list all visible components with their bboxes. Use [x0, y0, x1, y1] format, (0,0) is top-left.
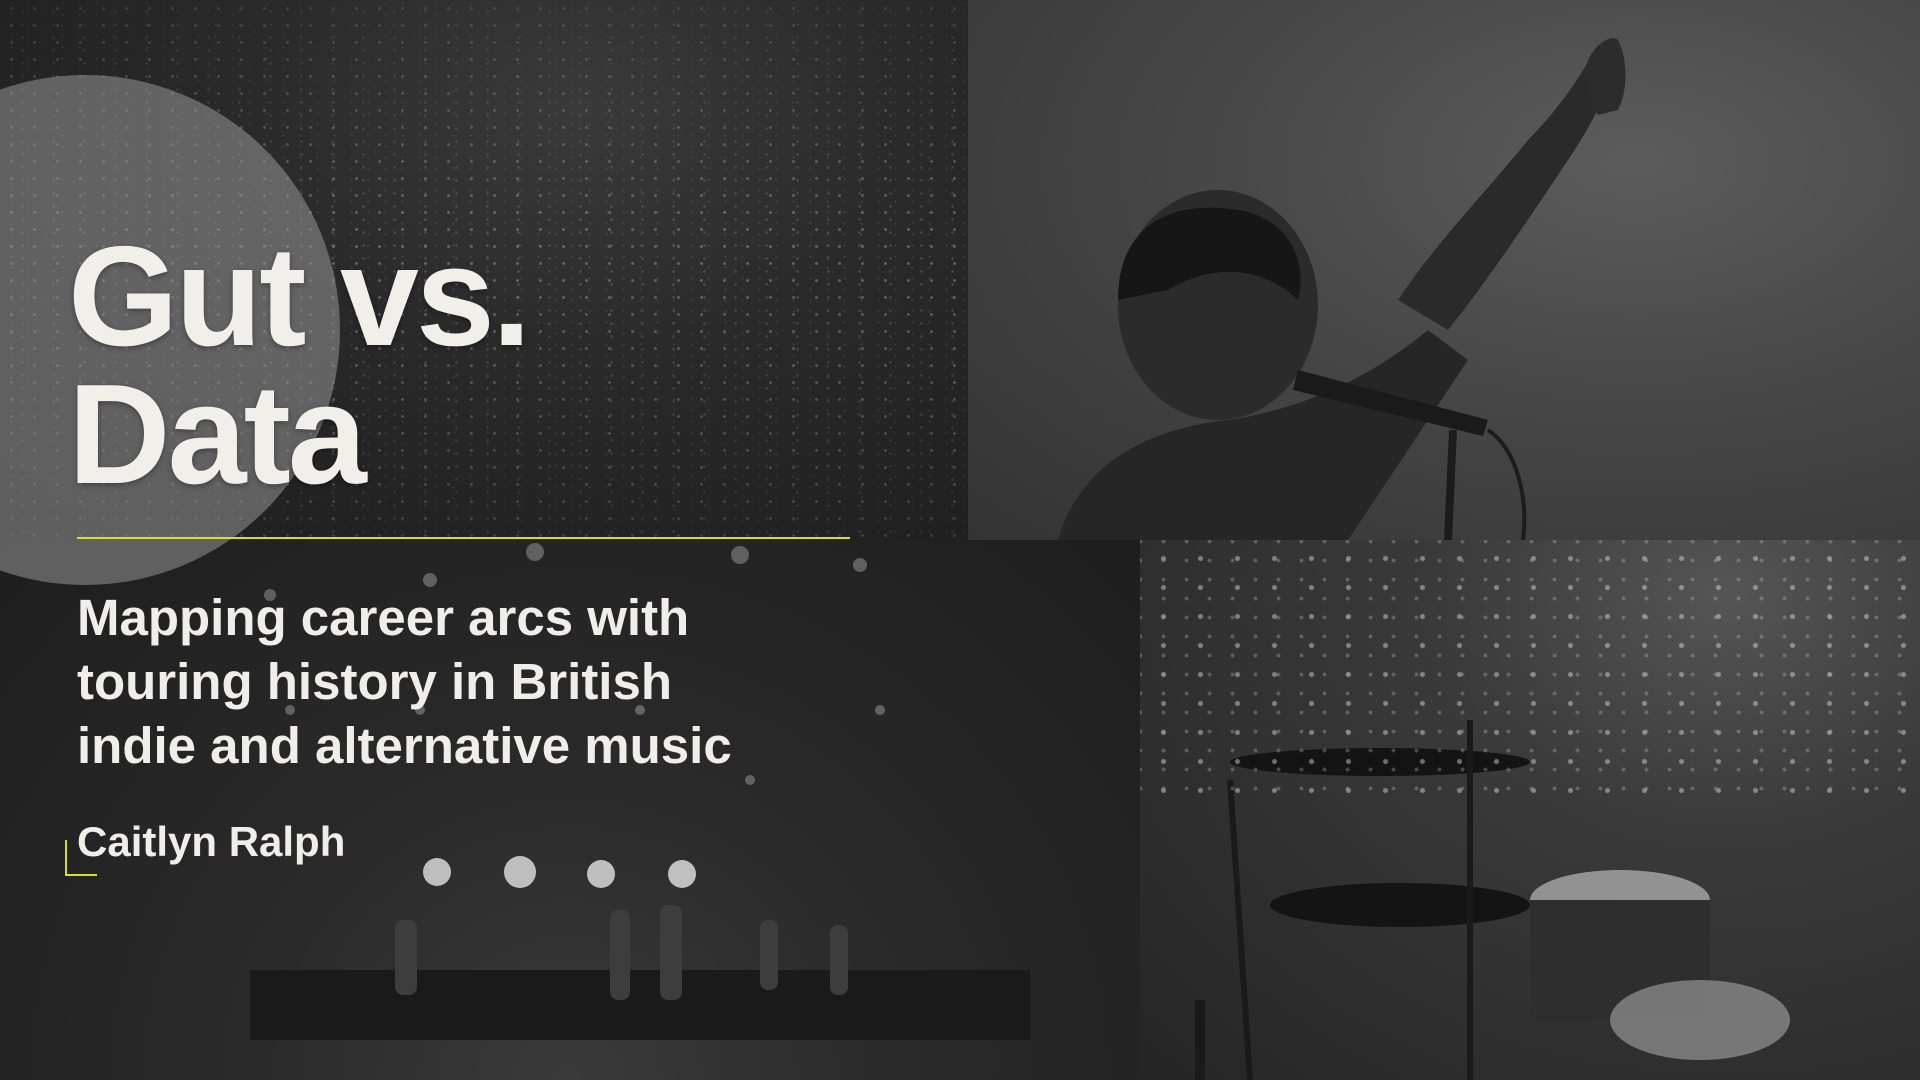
- subtitle-line-2: touring history in British: [77, 653, 672, 710]
- drums-bokeh-lights: [1140, 540, 1920, 800]
- title-line-1: Gut vs.: [68, 217, 531, 376]
- singer-silhouette: [1058, 38, 1626, 540]
- singer-with-microphone-photo: [968, 0, 1920, 540]
- subtitle-line-1: Mapping career arcs with: [77, 589, 690, 646]
- title-underline: [77, 537, 850, 539]
- drum-kit-photo: [1140, 540, 1920, 1080]
- subtitle-line-3: indie and alternative music: [77, 717, 732, 774]
- author-name: Caitlyn Ralph: [77, 818, 346, 865]
- slide-subtitle: Mapping career arcs with touring history…: [77, 586, 837, 778]
- title-line-2: Data: [68, 355, 367, 514]
- title-slide: Gut vs. Data Mapping career arcs with to…: [0, 0, 1920, 1080]
- slide-title: Gut vs. Data: [68, 217, 531, 514]
